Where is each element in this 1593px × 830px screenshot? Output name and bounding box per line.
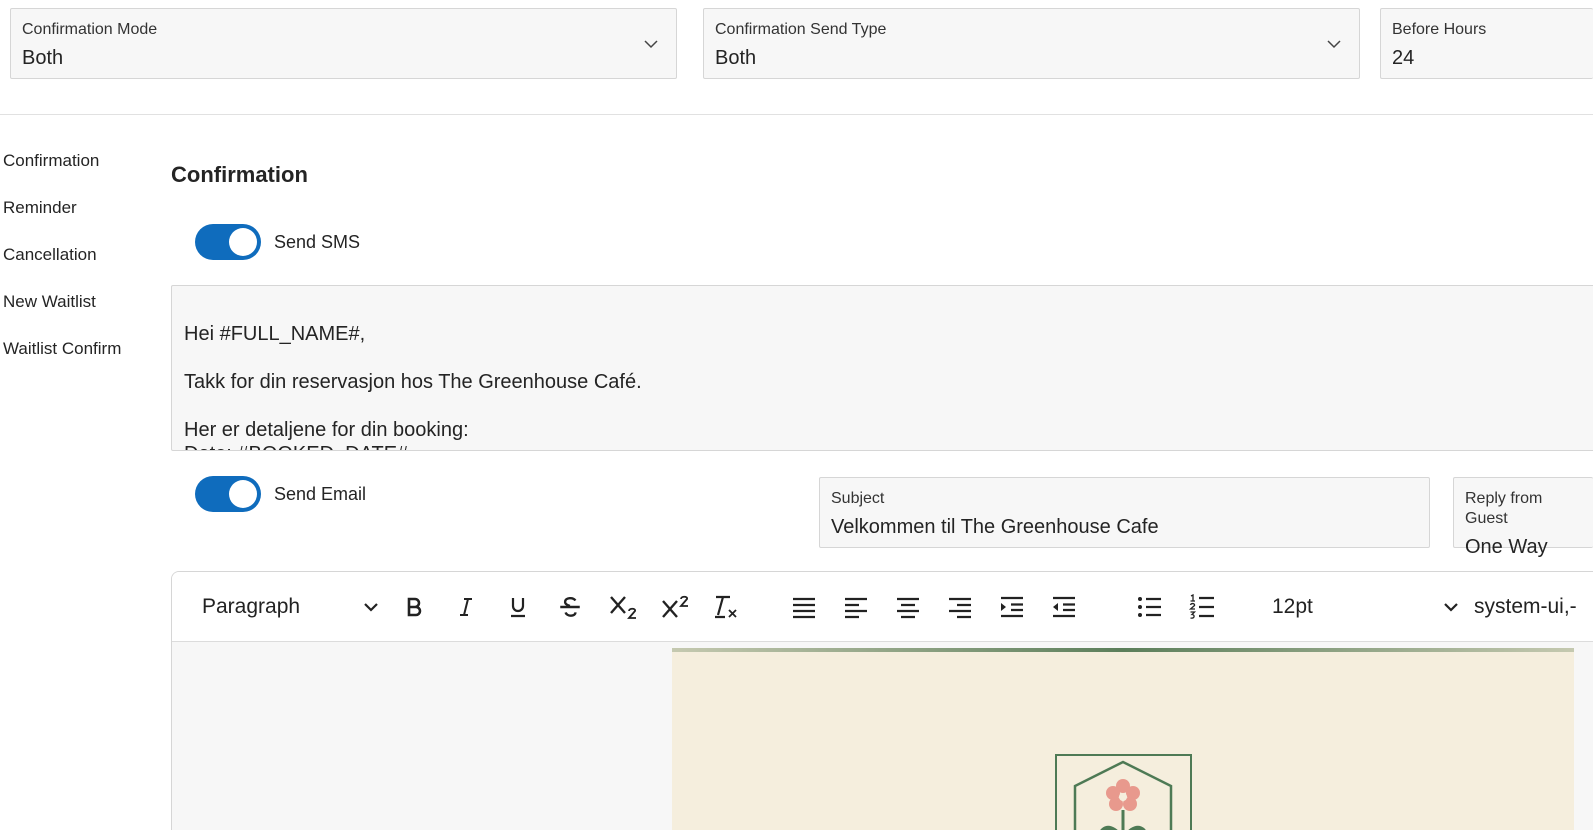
subscript-icon: [610, 596, 636, 619]
toggle-knob: [229, 228, 257, 256]
superscript-icon: [662, 595, 688, 618]
align-right-icon: [949, 597, 971, 619]
confirmation-send-type-label: Confirmation Send Type: [715, 21, 887, 38]
reply-from-guest-label: Reply from Guest: [1465, 490, 1543, 527]
align-left-icon: [845, 597, 867, 619]
confirmation-mode-label: Confirmation Mode: [22, 21, 158, 38]
send-sms-toggle[interactable]: [195, 224, 261, 260]
chevron-down-icon: [364, 603, 378, 612]
outdent-icon: [1053, 596, 1075, 618]
confirmation-send-type-value: Both: [715, 47, 757, 69]
before-hours-value[interactable]: 24: [1392, 44, 1582, 72]
send-sms-row: Send SMS: [195, 224, 360, 260]
align-justify-icon: [793, 597, 815, 619]
top-settings-bar: Confirmation Mode Both Confirmation Send…: [0, 0, 1593, 115]
italic-button[interactable]: [452, 593, 480, 621]
strikethrough-button[interactable]: [556, 593, 584, 621]
italic-icon: [460, 598, 472, 616]
subject-value[interactable]: Velkommen til The Greenhouse Cafe: [831, 513, 1418, 541]
sms-line: Hei #FULL_NAME#,: [184, 323, 366, 345]
bullet-list-icon: [1138, 597, 1161, 617]
font-size-select[interactable]: 12pt: [1272, 593, 1460, 621]
indent-button[interactable]: [998, 593, 1026, 621]
align-center-icon: [897, 597, 919, 619]
block-format-value: Paragraph: [202, 595, 301, 618]
send-email-label: Send Email: [274, 483, 367, 504]
underline-icon: [511, 598, 525, 618]
toggle-knob: [229, 480, 257, 508]
sms-line: Takk for din reservasjon hos The Greenho…: [184, 371, 642, 393]
subject-label: Subject: [831, 490, 885, 507]
greenhouse-logo: [1055, 754, 1192, 830]
reply-from-guest-select[interactable]: Reply from Guest One Way: [1453, 477, 1593, 558]
indent-icon: [1001, 596, 1023, 618]
preview-top-bar: [672, 648, 1574, 652]
sidebar-item-confirmation[interactable]: Confirmation: [3, 148, 121, 195]
align-justify-button[interactable]: [790, 593, 818, 621]
chevron-down-icon: [1444, 603, 1458, 612]
chevron-down-icon[interactable]: [1325, 35, 1343, 53]
confirmation-send-type-select[interactable]: Confirmation Send Type Both: [703, 8, 1360, 79]
block-format-select[interactable]: Paragraph: [202, 593, 380, 621]
section-title: Confirmation: [171, 162, 308, 187]
clear-formatting-icon: [715, 595, 737, 619]
sidebar-item-cancellation[interactable]: Cancellation: [3, 242, 121, 289]
bold-button[interactable]: [400, 593, 428, 621]
clear-formatting-button[interactable]: [712, 593, 740, 621]
editor-toolbar: Paragraph 12pt system-ui,-: [172, 572, 1593, 642]
numbered-list-icon: [1189, 594, 1214, 619]
superscript-button[interactable]: [660, 593, 692, 621]
before-hours-label: Before Hours: [1392, 21, 1487, 38]
align-center-button[interactable]: [894, 593, 922, 621]
confirmation-mode-value: Both: [22, 47, 64, 69]
email-editor: Paragraph 12pt system-ui,-: [171, 571, 1593, 830]
align-left-button[interactable]: [842, 593, 870, 621]
sms-line: Her er detaljene for din booking:: [184, 419, 469, 441]
subject-input[interactable]: Subject Velkommen til The Greenhouse Caf…: [819, 477, 1430, 548]
sms-message-textarea[interactable]: Hei #FULL_NAME#, Takk for din reservasjo…: [171, 285, 1593, 451]
underline-button[interactable]: [504, 593, 532, 621]
sms-line: Dato: #BOOKED_DATE#: [184, 442, 1588, 450]
send-email-toggle[interactable]: [195, 476, 261, 512]
greenhouse-flower-icon: [1073, 760, 1173, 830]
sidebar-item-waitlist-confirm[interactable]: Waitlist Confirm: [3, 336, 121, 383]
strikethrough-icon: [560, 597, 580, 617]
sidebar-item-new-waitlist[interactable]: New Waitlist: [3, 289, 121, 336]
send-email-row: Send Email: [195, 476, 366, 512]
subscript-button[interactable]: [608, 593, 640, 621]
font-family-select[interactable]: system-ui,-: [1474, 593, 1593, 621]
editor-content-area[interactable]: [172, 642, 1593, 830]
font-family-value: system-ui,-: [1474, 595, 1577, 618]
bullet-list-button[interactable]: [1136, 593, 1164, 621]
outdent-button[interactable]: [1050, 593, 1078, 621]
chevron-down-icon[interactable]: [642, 35, 660, 53]
confirmation-mode-select[interactable]: Confirmation Mode Both: [10, 8, 677, 79]
before-hours-input[interactable]: Before Hours 24: [1380, 8, 1593, 79]
sidebar-item-reminder[interactable]: Reminder: [3, 195, 121, 242]
template-sidebar: Confirmation Reminder Cancellation New W…: [3, 148, 121, 383]
font-size-value: 12pt: [1272, 595, 1313, 618]
bold-icon: [407, 597, 422, 617]
numbered-list-button[interactable]: [1188, 593, 1216, 621]
reply-from-guest-value: One Way: [1465, 536, 1548, 558]
email-template-preview: [672, 648, 1574, 830]
send-sms-label: Send SMS: [274, 231, 361, 252]
align-right-button[interactable]: [946, 593, 974, 621]
